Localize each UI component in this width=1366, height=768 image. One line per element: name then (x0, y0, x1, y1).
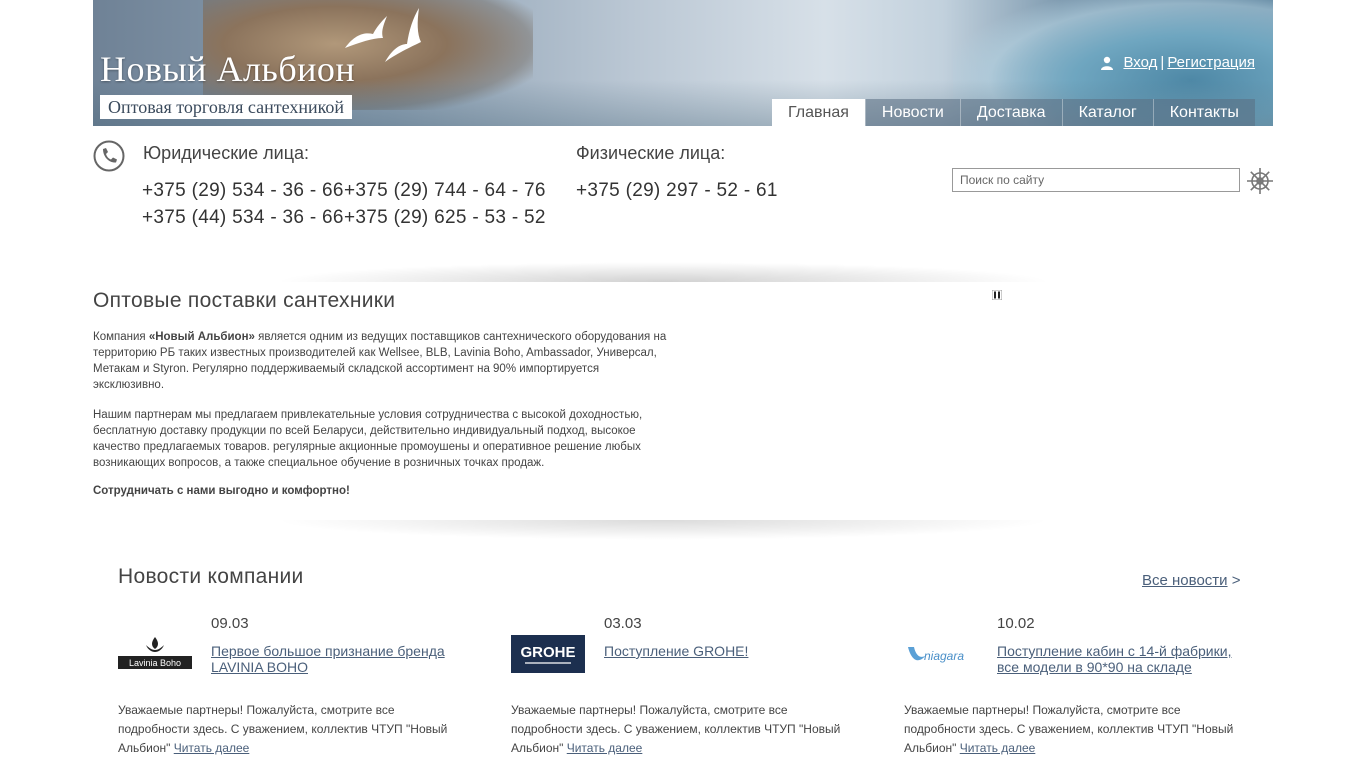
header-banner: Новый Альбион Оптовая торговля сантехник… (93, 0, 1273, 126)
news-headline-link[interactable]: Поступление кабин с 14-й фабрики, все мо… (997, 643, 1231, 675)
news-date: 10.02 (997, 615, 1035, 632)
svg-text:niagara: niagara (924, 649, 964, 663)
news-headline: Первое большое признание бренда LAVINIA … (211, 643, 451, 675)
page-wrapper: Новый Альбион Оптовая торговля сантехник… (93, 0, 1273, 768)
legal-phone-4: +375 (29) 625 - 53 - 52 (344, 207, 546, 228)
logo-subtitle: Оптовая торговля сантехникой (100, 95, 353, 119)
news-headline-link[interactable]: Первое большое признание бренда LAVINIA … (211, 643, 445, 675)
login-link[interactable]: Вход (1123, 54, 1157, 71)
legal-phone-1: +375 (29) 534 - 36 - 66 (142, 180, 344, 201)
news-summary: Уважаемые партнеры! Пожалуйста, смотрите… (511, 703, 841, 755)
main-nav: Главная Новости Доставка Каталог Контакт… (772, 99, 1255, 126)
svg-text:Lavinia Boho: Lavinia Boho (129, 658, 181, 668)
auth-separator: | (1160, 54, 1165, 71)
niagara-logo[interactable]: niagara (904, 633, 978, 673)
intro-paragraph-2: Нашим партнерам мы предлагаем привлекате… (93, 409, 643, 469)
news-headline-link[interactable]: Поступление GROHE! (604, 643, 748, 659)
read-more-link[interactable]: Читать далее (960, 741, 1036, 755)
intro-bold-line: Сотрудничать с нами выгодно и комфортно! (93, 485, 350, 497)
auth-links: Вход | Регистрация (1100, 54, 1255, 71)
nav-item-delivery[interactable]: Доставка (959, 99, 1062, 126)
intro-title: Оптовые поставки сантехники (93, 289, 396, 312)
news-title: Новости компании (118, 565, 304, 588)
read-more-link[interactable]: Читать далее (567, 741, 643, 755)
logo-title[interactable]: Новый Альбион (100, 48, 355, 90)
individual-heading: Физические лица: (576, 143, 726, 163)
individual-phone-1: +375 (29) 297 - 52 - 61 (576, 180, 778, 201)
nav-item-news[interactable]: Новости (864, 99, 960, 126)
news-date: 03.03 (604, 615, 642, 632)
news-summary: Уважаемые партнеры! Пожалуйста, смотрите… (118, 703, 448, 755)
section-shadow-top (273, 262, 1053, 282)
all-news-arrow: > (1231, 572, 1241, 589)
register-link[interactable]: Регистрация (1167, 54, 1255, 71)
all-news-link[interactable]: Все новости (1142, 572, 1228, 589)
news-headline: Поступление кабин с 14-й фабрики, все мо… (997, 643, 1237, 675)
legal-phone-2: +375 (29) 744 - 64 - 76 (344, 180, 546, 201)
news-headline: Поступление GROHE! (604, 643, 844, 659)
news-summary: Уважаемые партнеры! Пожалуйста, смотрите… (904, 703, 1234, 755)
search-input[interactable] (952, 168, 1240, 192)
section-shadow-bottom (273, 520, 1053, 540)
legal-phone-3: +375 (44) 534 - 36 - 66 (142, 207, 344, 228)
svg-text:GROHE: GROHE (520, 644, 575, 661)
nav-item-catalog[interactable]: Каталог (1061, 99, 1153, 126)
lavinia-boho-logo[interactable]: Lavinia Boho (118, 633, 192, 673)
news-date: 09.03 (211, 615, 249, 632)
read-more-link[interactable]: Читать далее (174, 741, 250, 755)
all-news: Все новости > (1142, 572, 1240, 589)
nav-item-home[interactable]: Главная (772, 99, 865, 126)
grohe-logo[interactable]: GROHE (511, 633, 585, 673)
phone-icon (93, 140, 125, 172)
slider-pause-icon[interactable] (992, 290, 1002, 300)
legal-heading: Юридические лица: (143, 143, 310, 163)
nav-item-contacts[interactable]: Контакты (1152, 99, 1255, 126)
intro-paragraph-1: Компания «Новый Альбион» является одним … (93, 331, 667, 391)
helm-icon[interactable] (1246, 167, 1274, 195)
user-icon (1101, 56, 1114, 70)
